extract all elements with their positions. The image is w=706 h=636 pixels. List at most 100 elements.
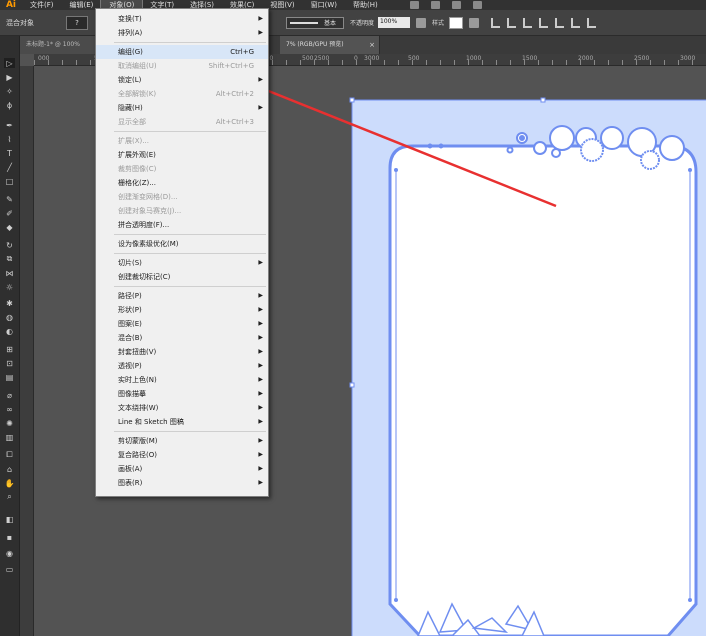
- submenu-arrow-icon: ▶: [258, 418, 263, 425]
- menu-item-object[interactable]: 编组(G) Ctrl+G: [96, 45, 268, 59]
- menu-item-object[interactable]: 透视(P) ▶: [96, 359, 268, 373]
- lasso-tool-icon[interactable]: ϕ: [4, 100, 15, 110]
- line-tool-icon[interactable]: ╱: [4, 162, 15, 172]
- menu-item-object[interactable]: 隐藏(H) ▶: [96, 101, 268, 115]
- artboard[interactable]: [352, 100, 706, 636]
- menu-item-label: 排列(A): [118, 29, 143, 37]
- menu-item[interactable]: 帮助(H): [345, 0, 386, 10]
- submenu-arrow-icon: ▶: [258, 104, 263, 111]
- gradient-tool-icon[interactable]: ▤: [4, 372, 15, 382]
- type-tool-icon[interactable]: T: [4, 148, 15, 158]
- shape-builder-tool-icon[interactable]: ◍: [4, 312, 15, 322]
- menu-item-object[interactable]: 形状(P) ▶: [96, 303, 268, 317]
- menu-item-object[interactable]: 画板(A) ▶: [96, 462, 268, 476]
- tab-document-1[interactable]: 未标题-1* @ 100%: [20, 36, 98, 54]
- artboard-tool-icon[interactable]: ⧠: [4, 450, 15, 460]
- submenu-arrow-icon: ▶: [258, 376, 263, 383]
- align-middle-icon[interactable]: [555, 17, 565, 28]
- shaper-tool-icon[interactable]: ✐: [4, 208, 15, 218]
- chevron-right-icon[interactable]: [416, 17, 427, 28]
- hand-tool-icon[interactable]: ✋: [4, 478, 15, 488]
- align-top-icon[interactable]: [539, 17, 549, 28]
- menu-item-object[interactable]: 扩展外观(E): [96, 148, 268, 162]
- recolor-icon[interactable]: [469, 17, 480, 28]
- align-bottom-icon[interactable]: [571, 17, 581, 28]
- ruler-tick: [650, 60, 651, 65]
- magic-wand-tool-icon[interactable]: ✧: [4, 86, 15, 96]
- zoom-tool-icon[interactable]: ⌕: [4, 492, 15, 502]
- menu-item-object[interactable]: 图案(E) ▶: [96, 317, 268, 331]
- menu-item[interactable]: 窗口(W): [303, 0, 345, 10]
- bridge-icon[interactable]: [409, 1, 419, 9]
- menu-item-object[interactable]: 实时上色(N) ▶: [96, 373, 268, 387]
- submenu-arrow-icon: ▶: [258, 29, 263, 36]
- menu-item-object[interactable]: 封套扭曲(V) ▶: [96, 345, 268, 359]
- stroke-style-select[interactable]: 基本: [286, 16, 344, 29]
- menu-item[interactable]: 文件(F): [22, 0, 62, 10]
- stock-icon[interactable]: [430, 1, 440, 9]
- opacity-input[interactable]: 100%: [378, 17, 411, 28]
- eraser-tool-icon[interactable]: ◆: [4, 222, 15, 232]
- drawing-mode-icon[interactable]: ◉: [4, 548, 15, 558]
- ruler-tick: [636, 60, 637, 65]
- ruler-tick: [34, 60, 35, 65]
- align-right-icon[interactable]: [523, 17, 533, 28]
- menu-item-label: 变换(T): [118, 15, 142, 23]
- width-tool-icon[interactable]: ⋈: [4, 268, 15, 278]
- paintbrush-tool-icon[interactable]: ✎: [4, 194, 15, 204]
- gpu-performance-icon[interactable]: [472, 1, 482, 9]
- align-center-icon[interactable]: [507, 17, 517, 28]
- menu-item-object[interactable]: 锁定(L) ▶: [96, 73, 268, 87]
- perspective-grid-tool-icon[interactable]: ⊞: [4, 344, 15, 354]
- rectangle-tool-icon[interactable]: □: [4, 176, 15, 186]
- align-left-icon[interactable]: [491, 17, 501, 28]
- puppet-warp-tool-icon[interactable]: ✱: [4, 298, 15, 308]
- menu-item-object[interactable]: 文本绕排(W) ▶: [96, 401, 268, 415]
- menu-item-object[interactable]: 图像描摹 ▶: [96, 387, 268, 401]
- menu-item-object[interactable]: 拼合透明度(F)...: [96, 218, 268, 232]
- arrange-documents-icon[interactable]: [451, 1, 461, 9]
- close-icon[interactable]: ×: [369, 36, 375, 54]
- menu-item-label: 拼合透明度(F)...: [118, 221, 170, 229]
- menu-item-object[interactable]: 图表(R) ▶: [96, 476, 268, 490]
- pen-tool-icon[interactable]: ✒: [4, 120, 15, 130]
- menu-item-object[interactable]: 混合(B) ▶: [96, 331, 268, 345]
- blend-tool-icon[interactable]: ∞: [4, 404, 15, 414]
- app-logo: Ai: [5, 0, 17, 10]
- rotate-tool-icon[interactable]: ↻: [4, 240, 15, 250]
- menu-item-object[interactable]: 路径(P) ▶: [96, 289, 268, 303]
- live-paint-tool-icon[interactable]: ◐: [4, 326, 15, 336]
- selection-tool-icon[interactable]: ▷: [4, 58, 15, 68]
- menu-item-object[interactable]: 变换(T) ▶: [96, 12, 268, 26]
- curvature-tool-icon[interactable]: ⌇: [4, 134, 15, 144]
- scale-tool-icon[interactable]: ⧉: [4, 254, 15, 264]
- menu-item-label: 裁剪图像(C): [118, 165, 157, 173]
- menu-item-object[interactable]: 切片(S) ▶: [96, 256, 268, 270]
- menu-item-label: 图像描摹: [118, 390, 146, 398]
- slice-tool-icon[interactable]: ⌂: [4, 464, 15, 474]
- menu-item-object[interactable]: 设为像素级优化(M): [96, 237, 268, 251]
- fill-swatch[interactable]: ?: [66, 15, 88, 30]
- ruler-tick: [62, 60, 63, 65]
- column-graph-tool-icon[interactable]: ▥: [4, 432, 15, 442]
- graphic-style-swatch[interactable]: [449, 16, 464, 29]
- warp-tool-icon[interactable]: ☼: [4, 282, 15, 292]
- menu-separator: [114, 131, 266, 132]
- menu-item-object[interactable]: 剪切蒙版(M) ▶: [96, 434, 268, 448]
- menu-item-object[interactable]: Line 和 Sketch 图稿 ▶: [96, 415, 268, 429]
- color-mode-icon[interactable]: ▪: [4, 532, 15, 542]
- menu-item-object[interactable]: 创建裁切标记(C): [96, 270, 268, 284]
- tab-document-2[interactable]: 7% (RGB/GPU 预览) ×: [280, 36, 380, 54]
- menu-item-object[interactable]: 栅格化(Z)...: [96, 176, 268, 190]
- screen-mode-icon[interactable]: ▭: [4, 564, 15, 574]
- menu-item-object[interactable]: 复合路径(O) ▶: [96, 448, 268, 462]
- menu-item-object[interactable]: 排列(A) ▶: [96, 26, 268, 40]
- mesh-tool-icon[interactable]: ⊡: [4, 358, 15, 368]
- symbol-sprayer-tool-icon[interactable]: ✺: [4, 418, 15, 428]
- menu-item-object: 裁剪图像(C): [96, 162, 268, 176]
- fill-stroke-swatch-icon[interactable]: ◧: [4, 514, 15, 524]
- distribute-icon[interactable]: [587, 17, 597, 28]
- ruler-tick: [90, 60, 91, 65]
- eyedropper-tool-icon[interactable]: ⌀: [4, 390, 15, 400]
- direct-selection-tool-icon[interactable]: ▶: [4, 72, 15, 82]
